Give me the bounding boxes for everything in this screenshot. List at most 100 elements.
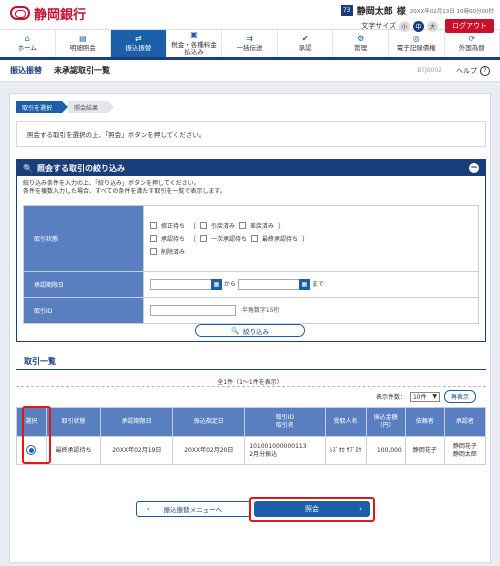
nav-label: 税金・各種料金 払込み — [171, 40, 217, 56]
list-title: 取引一覧 — [24, 357, 56, 366]
nav-label: 承認 — [298, 44, 312, 53]
nav-approval[interactable]: ✔ 承認 — [278, 30, 334, 57]
bank-name: 静岡銀行 — [34, 7, 87, 23]
transaction-name: 2月分振込 — [249, 450, 278, 458]
col-approver: 承認者 — [443, 407, 487, 437]
user-name: 静岡太郎 — [356, 7, 393, 17]
chevron-left-icon: ‹ — [147, 505, 150, 513]
instruction-box: 照会する取引を選択の上、「照会」ボタンを押してください。 — [16, 121, 486, 147]
filter-button[interactable]: 🔍 絞り込み — [195, 324, 305, 337]
status-cell: 最終承認待ち — [45, 436, 102, 465]
search-icon: 🔍 — [23, 163, 33, 173]
approver-name: 静岡太郎 — [452, 450, 477, 458]
nav-transfer[interactable]: ⇄ 振込振替 — [111, 30, 167, 57]
transaction-id: 101001000000113 — [249, 442, 307, 450]
calendar-icon[interactable]: ▦ — [298, 279, 310, 290]
bank-logo[interactable]: 静岡銀行 — [10, 4, 87, 23]
col-amount: 振込金額 （円） — [365, 407, 406, 437]
list-divider — [16, 369, 486, 370]
filter-desc-line: 条件を複数入力した場合、すべての条件を満たす取引を一覧で表示します。 — [23, 188, 226, 196]
page-title: 未承認取引一覧 — [54, 66, 110, 75]
erecord-icon: ◎ — [412, 33, 420, 43]
help-label: ヘルプ — [456, 66, 477, 75]
page-category: 振込振替 — [10, 66, 42, 75]
checkbox-pulled-back[interactable] — [200, 222, 208, 229]
help-icon: ? — [480, 65, 490, 76]
login-time: 20XX年02月13日 10時00分00秒 — [409, 8, 494, 15]
nav-label: 振込振替 — [125, 44, 152, 53]
checkbox-pending-approval[interactable] — [150, 235, 157, 242]
date-from-input[interactable]: ▦ — [150, 279, 222, 290]
filter-description: 絞り込み条件を入力の上、「絞り込み」ボタンを押してください。 条件を複数入力した… — [17, 176, 485, 196]
step-select: 取引を選択 — [16, 101, 69, 113]
id-label: 取引ID — [23, 297, 144, 324]
nav-manage[interactable]: ⚙ 管理 — [333, 30, 389, 57]
status-option: 修正待ち — [161, 223, 186, 230]
filter-title: 照会する取引の絞り込み — [36, 163, 125, 173]
bank-logo-icon — [10, 6, 30, 20]
status-option: 一次承認待ち — [211, 236, 248, 243]
nav-erecord[interactable]: ◎ 電子記録債権 — [389, 30, 445, 57]
global-nav: ⌂ ホーム ▤ 明細照会 ⇄ 振込振替 ▣ 税金・各種料金 払込み ⇉ 一括伝送 ✔ 承認 … — [0, 30, 500, 60]
col-payee: 受取人名 — [324, 407, 367, 437]
approver-cell: 静岡花子 静岡太郎 — [443, 436, 487, 465]
filter-panel: 🔍 照会する取引の絞り込み − 絞り込み条件を入力の上、「絞り込み」ボタンを押し… — [16, 159, 486, 342]
payee-cell: ｼｽﾞｵｶ ｻﾌﾞﾛｳ — [324, 436, 367, 465]
transfer-date-cell: 20XX年02月20日 — [172, 436, 246, 465]
nav-home[interactable]: ⌂ ホーム — [0, 30, 56, 57]
status-option: 承認待ち — [161, 236, 186, 243]
nav-forex[interactable]: ⟳ 外国為替 — [445, 30, 500, 57]
forex-icon: ⟳ — [468, 33, 476, 43]
per-page-select[interactable]: 10件 ▼ — [409, 391, 440, 402]
checkbox-first-approval[interactable] — [200, 235, 208, 242]
back-to-menu-button[interactable]: ‹ 振込振替メニューへ — [136, 501, 251, 517]
step-indicator: 取引を選択 照会結果 — [16, 101, 115, 113]
filter-header[interactable]: 🔍 照会する取引の絞り込み − — [17, 160, 485, 176]
home-icon: ⌂ — [24, 33, 30, 43]
col-status: 取引状態 — [45, 407, 102, 437]
help-link[interactable]: ヘルプ? — [456, 65, 490, 76]
search-icon: 🔍 — [230, 326, 240, 335]
amount-cell: 100,000 — [365, 436, 406, 465]
checkbox-final-approval[interactable] — [251, 235, 259, 242]
approval-icon: ✔ — [301, 33, 309, 43]
checkbox-returned[interactable] — [239, 222, 247, 229]
collapse-icon[interactable]: − — [469, 163, 479, 173]
col-id-name: 取引ID 取引名 — [244, 407, 326, 437]
date-label: 承認期限日 — [23, 271, 144, 298]
status-option: 引戻済み — [211, 223, 236, 230]
nav-bulk[interactable]: ⇉ 一括伝送 — [222, 30, 278, 57]
date-to-input[interactable]: ▦ — [237, 279, 310, 290]
deadline-cell: 20XX年02月19日 — [100, 436, 174, 465]
honorific: 様 — [396, 7, 406, 17]
transaction-id-input[interactable] — [150, 305, 236, 316]
col-deadline: 承認期限日 — [100, 407, 174, 437]
paren-open: （ — [189, 234, 197, 243]
checkbox-correction[interactable] — [150, 222, 157, 229]
bulk-icon: ⇉ — [246, 33, 253, 43]
nav-tax[interactable]: ▣ 税金・各種料金 払込み — [167, 30, 223, 57]
result-count: 全1件（1～1件を表示） — [217, 379, 283, 386]
user-icon: 73 — [340, 5, 353, 16]
redisplay-button[interactable]: 再表示 — [443, 390, 476, 403]
calendar-icon[interactable]: ▦ — [211, 279, 222, 290]
filter-table: 取引状態 修正待ち （ 引戻済み 差戻済み ） 承認待ち （ 一次承認待ち 最終… — [23, 205, 479, 324]
status-option: 差戻済み — [250, 223, 275, 230]
nav-label: 一括伝送 — [236, 44, 263, 53]
transfer-icon: ⇄ — [135, 33, 142, 43]
approver-name: 静岡花子 — [452, 442, 477, 450]
nav-label: 管理 — [354, 44, 368, 53]
header: 静岡銀行 73 静岡太郎 様 20XX年02月13日 10時00分00秒 文字サ… — [0, 0, 500, 33]
checkbox-deleted[interactable] — [150, 247, 157, 255]
date-to-label: まで — [311, 281, 324, 288]
per-page-value: 10件 — [412, 394, 427, 401]
paren-close: ） — [278, 221, 286, 230]
nav-statement[interactable]: ▤ 明細照会 — [56, 30, 112, 57]
status-option: 削除済み — [161, 248, 186, 256]
highlight-select-column — [22, 406, 51, 464]
nav-label: 明細照会 — [69, 44, 96, 53]
count-divider — [16, 386, 486, 387]
filter-desc-line: 絞り込み条件を入力の上、「絞り込み」ボタンを押してください。 — [23, 180, 200, 187]
date-from-label: から — [223, 281, 236, 288]
nav-label: ホーム — [17, 44, 37, 53]
